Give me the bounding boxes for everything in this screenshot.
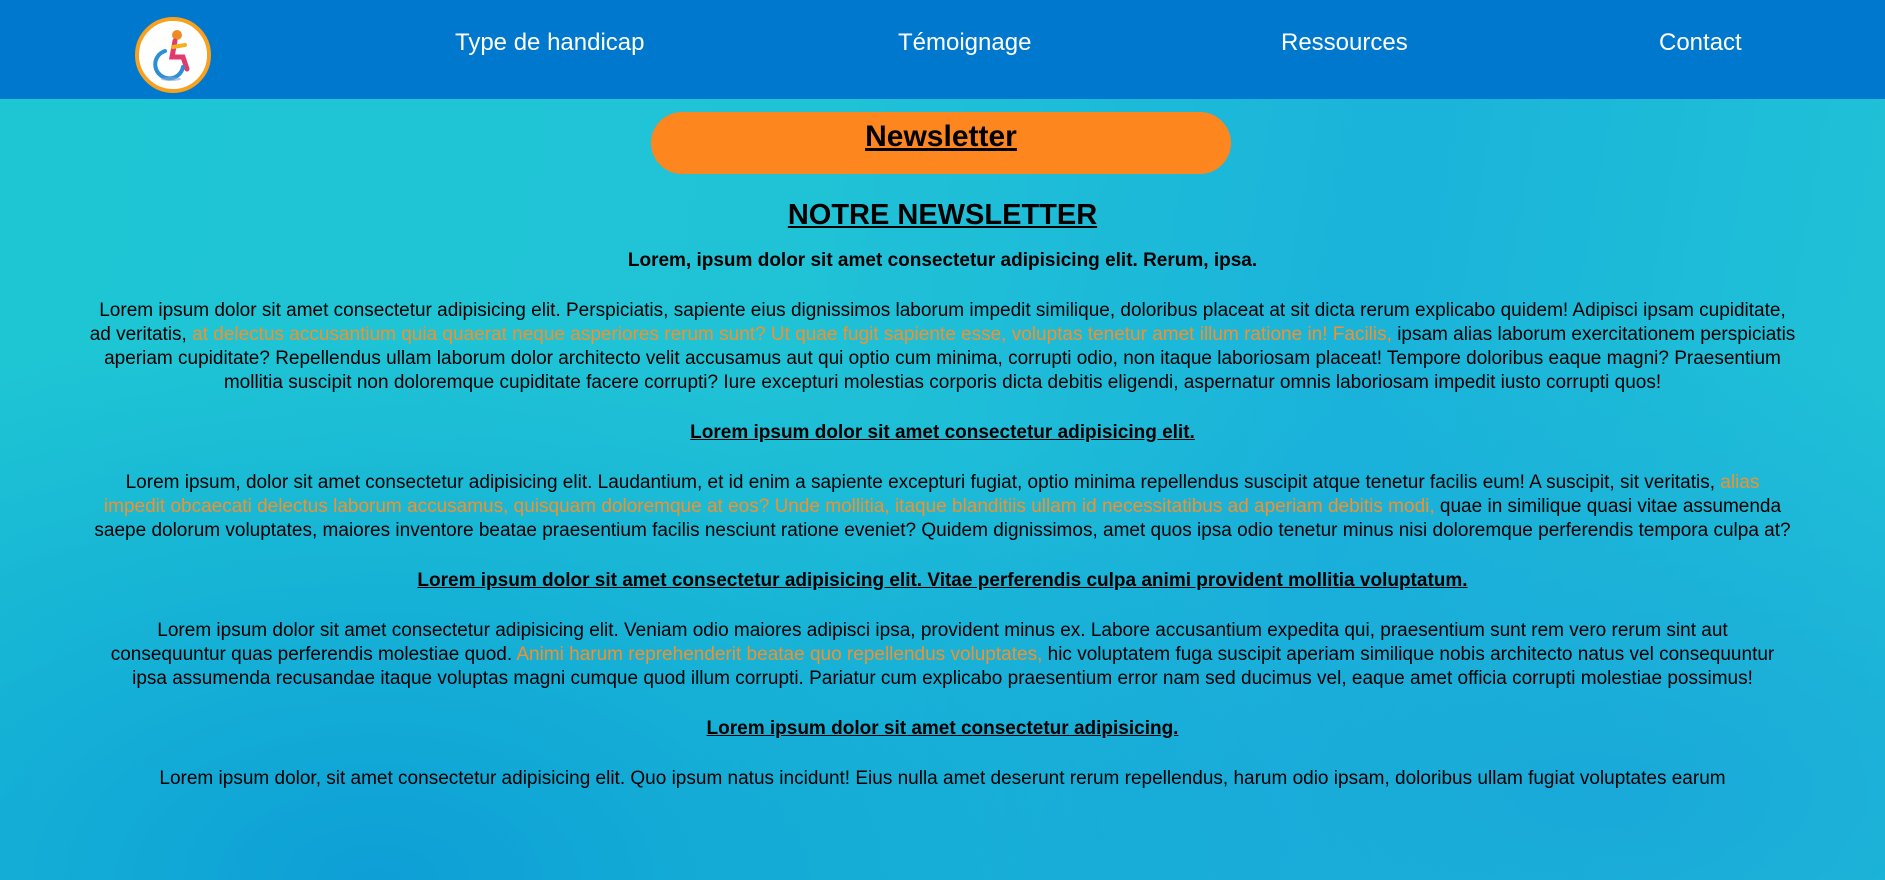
newsletter-banner-label: Newsletter (865, 120, 1017, 153)
nav-link-contact[interactable]: Contact (1659, 29, 1742, 57)
newsletter-banner: Newsletter (651, 112, 1231, 174)
page-title: NOTRE NEWSLETTER (787, 199, 1098, 231)
section-heading: Lorem ipsum dolor sit amet consectetur a… (417, 570, 1468, 591)
newsletter-article: NOTRE NEWSLETTER Lorem, ipsum dolor sit … (80, 195, 1805, 791)
article-paragraph: Lorem ipsum dolor sit amet consectetur a… (88, 299, 1798, 395)
article-paragraph: Lorem ipsum dolor, sit amet consectetur … (103, 767, 1783, 791)
wheelchair-accessibility-logo-icon[interactable] (135, 17, 211, 93)
paragraph-text: Lorem ipsum dolor, sit amet consectetur … (159, 768, 1726, 789)
top-navbar: Type de handicap Témoignage Ressources C… (0, 0, 1885, 99)
paragraph-highlight: at delectus accusantium quia quaerat neq… (192, 324, 1392, 345)
paragraph-text: Lorem ipsum, dolor sit amet consectetur … (125, 472, 1716, 493)
article-paragraph: Lorem ipsum dolor sit amet consectetur a… (103, 619, 1783, 691)
article-paragraph: Lorem ipsum, dolor sit amet consectetur … (93, 471, 1793, 543)
nav-link-type-de-handicap[interactable]: Type de handicap (455, 29, 644, 57)
section-heading: Lorem ipsum dolor sit amet consectetur a… (690, 422, 1195, 443)
section-heading: Lorem ipsum dolor sit amet consectetur a… (706, 718, 1179, 739)
paragraph-highlight: Animi harum reprehenderit beatae quo rep… (516, 644, 1043, 665)
intro-text: Lorem, ipsum dolor sit amet consectetur … (627, 250, 1258, 271)
nav-link-ressources[interactable]: Ressources (1281, 29, 1408, 57)
nav-link-temoignage[interactable]: Témoignage (898, 29, 1031, 57)
